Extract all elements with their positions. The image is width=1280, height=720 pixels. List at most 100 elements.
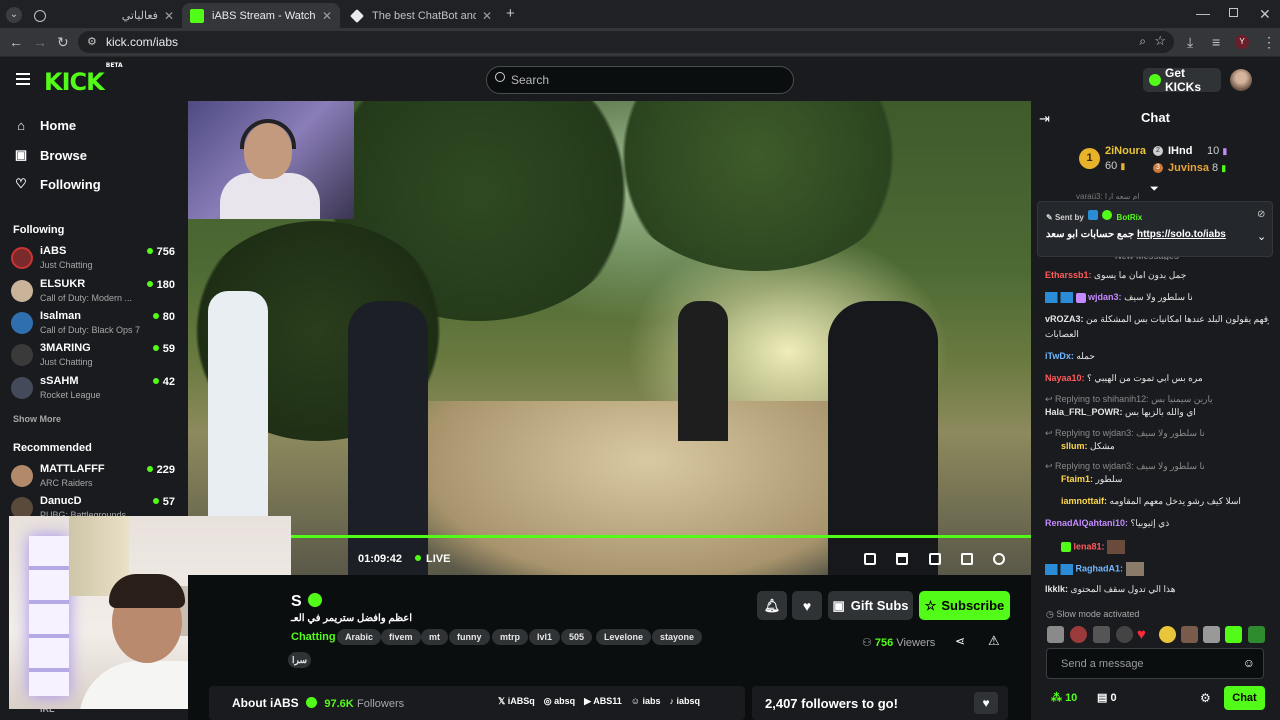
sidebar-channel[interactable]: ELSUKR Call of Duty: Modern ... 180: [11, 276, 179, 306]
tag[interactable]: Levelone: [596, 629, 652, 645]
close-icon[interactable]: ✕: [482, 9, 492, 23]
chat-message: lena81:: [1061, 540, 1280, 554]
reply-context[interactable]: ↩ Replying to shihanih12: ياربن سيمنيا ب…: [1045, 394, 1269, 405]
emote-button[interactable]: [1225, 626, 1242, 643]
sidebar-channel[interactable]: 3MARING Just Chatting 59: [11, 340, 179, 370]
emote-button[interactable]: [1070, 626, 1087, 643]
points-balance[interactable]: ▤ 0: [1097, 691, 1117, 704]
gift-subs-button[interactable]: ▣ Gift Subs: [828, 591, 913, 620]
send-chat-button[interactable]: Chat: [1224, 686, 1265, 710]
zoom-icon[interactable]: ⌕: [1139, 34, 1146, 49]
kicks-balance[interactable]: ⁂ 10: [1051, 691, 1077, 704]
viewers-icon: ⚇: [862, 637, 875, 649]
download-icon[interactable]: ⤓: [1187, 35, 1193, 49]
minimize-icon[interactable]: —: [1196, 6, 1210, 20]
goal-heart-button[interactable]: ♥: [974, 692, 998, 714]
maximize-icon[interactable]: [1229, 8, 1238, 17]
close-icon[interactable]: ✕: [164, 9, 174, 23]
tag[interactable]: funny: [449, 629, 490, 645]
emote-button[interactable]: [1181, 626, 1198, 643]
hide-pin-icon[interactable]: ⊘: [1257, 209, 1265, 220]
tag[interactable]: mt: [421, 629, 448, 645]
emote-button[interactable]: [1203, 626, 1220, 643]
nav-browse[interactable]: ▣ Browse: [14, 147, 87, 163]
close-window-icon[interactable]: ✕: [1259, 7, 1271, 21]
follow-heart-button[interactable]: ♥: [792, 591, 822, 620]
leader-name[interactable]: Juvinsa: [1168, 162, 1209, 174]
leader-name[interactable]: 2iNoura: [1105, 145, 1146, 157]
tiktok-social-link[interactable]: ♪ iabsq: [669, 696, 700, 707]
pip-icon[interactable]: [864, 553, 876, 565]
media-icon[interactable]: ≡: [1212, 35, 1220, 49]
search-input[interactable]: Search: [486, 66, 794, 94]
sidebar-channel[interactable]: iABS Just Chatting 756: [11, 243, 179, 273]
leader-name[interactable]: IHnd: [1168, 145, 1192, 157]
tab-iabs-stream[interactable]: iABS Stream - Watch Live o ✕: [182, 3, 340, 28]
sidebar-channel[interactable]: Isalman Call of Duty: Black Ops 7 80: [11, 308, 179, 338]
reply-context[interactable]: ↩ Replying to wjdan3: نا سلطور ولا سيف: [1045, 428, 1269, 439]
home-icon: ⌂: [17, 118, 25, 133]
back-icon[interactable]: ←: [9, 35, 23, 49]
category-link[interactable]: Chatting: [291, 631, 336, 643]
tag[interactable]: lvl1: [529, 629, 561, 645]
pinned-message[interactable]: ✎ Sent by BotRix ⊘ جمع حسابات ابو سعد ht…: [1037, 201, 1273, 257]
bot-name[interactable]: BotRix: [1117, 213, 1143, 222]
user-avatar[interactable]: [1230, 69, 1252, 91]
reload-icon[interactable]: ↻: [57, 35, 69, 49]
chat-settings-gear-icon[interactable]: ⚙: [1200, 691, 1211, 705]
reply-context[interactable]: ↩ Replying to wjdan3: نا سلطور ولا سيف: [1045, 461, 1269, 472]
menu-kebab-icon[interactable]: ⋮: [1262, 35, 1276, 49]
theater-mode-icon[interactable]: [929, 553, 941, 565]
chat-message-input[interactable]: Send a message ☺: [1046, 648, 1264, 679]
nav-following[interactable]: ♡ Following: [14, 176, 100, 192]
filter-icon[interactable]: ⏷: [1150, 183, 1159, 196]
hamburger-menu-icon[interactable]: [16, 73, 30, 85]
url-field[interactable]: ⚙ kick.com/iabs ⌕ ☆: [78, 31, 1174, 53]
heart-emote-icon[interactable]: ♥: [1137, 626, 1154, 643]
tag[interactable]: stayone: [652, 629, 703, 645]
bookmark-star-icon[interactable]: ☆: [1154, 33, 1166, 49]
share-icon[interactable]: ⋖: [955, 634, 965, 648]
close-icon[interactable]: ✕: [322, 9, 332, 23]
fullscreen-icon[interactable]: [961, 553, 973, 565]
notification-bell-button[interactable]: 🔔︎: [757, 591, 787, 620]
partial-top-message: varaú3: ام سعه ارا: [1076, 192, 1140, 200]
forward-icon[interactable]: →: [33, 35, 47, 49]
new-tab-icon[interactable]: +: [506, 6, 515, 21]
channel-name[interactable]: S: [291, 592, 322, 611]
tag[interactable]: Arabic: [337, 629, 382, 645]
kick-logo[interactable]: KICKBETA: [44, 62, 123, 95]
settings-gear-icon[interactable]: [993, 553, 1005, 565]
tab-chatbot[interactable]: The best ChatBot and Widgets ✕: [342, 3, 500, 28]
subscribe-button[interactable]: ☆ Subscribe: [919, 591, 1010, 620]
report-warning-icon[interactable]: ⚠: [988, 633, 1000, 649]
emote-button[interactable]: [1047, 626, 1064, 643]
get-kicks-button[interactable]: Get KICKs: [1143, 66, 1221, 94]
emoji-picker-icon[interactable]: ☺: [1243, 656, 1255, 670]
sidebar-channel[interactable]: sSAHM Rocket League 42: [11, 373, 179, 403]
show-more-link[interactable]: Show More: [13, 414, 61, 424]
clip-icon[interactable]: [896, 553, 908, 565]
tag[interactable]: 505: [561, 629, 593, 645]
emote-button[interactable]: [1116, 626, 1133, 643]
tab-search-icon[interactable]: ⌄: [6, 7, 22, 23]
expand-chevron-icon[interactable]: ⌄: [1257, 230, 1266, 243]
tab-activities[interactable]: فعالياتي ✕: [26, 3, 182, 28]
tag[interactable]: mtrp: [492, 629, 528, 645]
sidebar-channel[interactable]: MATTLAFFF ARC Raiders 229: [11, 461, 179, 491]
tag[interactable]: fivem: [381, 629, 421, 645]
site-info-icon[interactable]: ⚙: [87, 35, 97, 48]
pinned-link[interactable]: https://solo.to/iabs: [1137, 229, 1226, 240]
tag[interactable]: سرا: [288, 652, 312, 668]
x-social-link[interactable]: 𝕏 iABSq: [498, 696, 535, 707]
profile-avatar[interactable]: Y: [1235, 35, 1249, 49]
emote-button[interactable]: [1093, 626, 1110, 643]
emote-button[interactable]: [1159, 626, 1176, 643]
emote-button[interactable]: [1248, 626, 1265, 643]
nav-home[interactable]: ⌂ Home: [14, 118, 76, 133]
instagram-social-link[interactable]: ◎ absq: [544, 696, 575, 707]
progress-bar[interactable]: [291, 535, 1031, 538]
youtube-social-link[interactable]: ▶ ABS11: [584, 696, 622, 707]
discord-social-link[interactable]: ☺ iabs: [631, 696, 661, 707]
botrix-favicon-icon: [350, 8, 364, 23]
